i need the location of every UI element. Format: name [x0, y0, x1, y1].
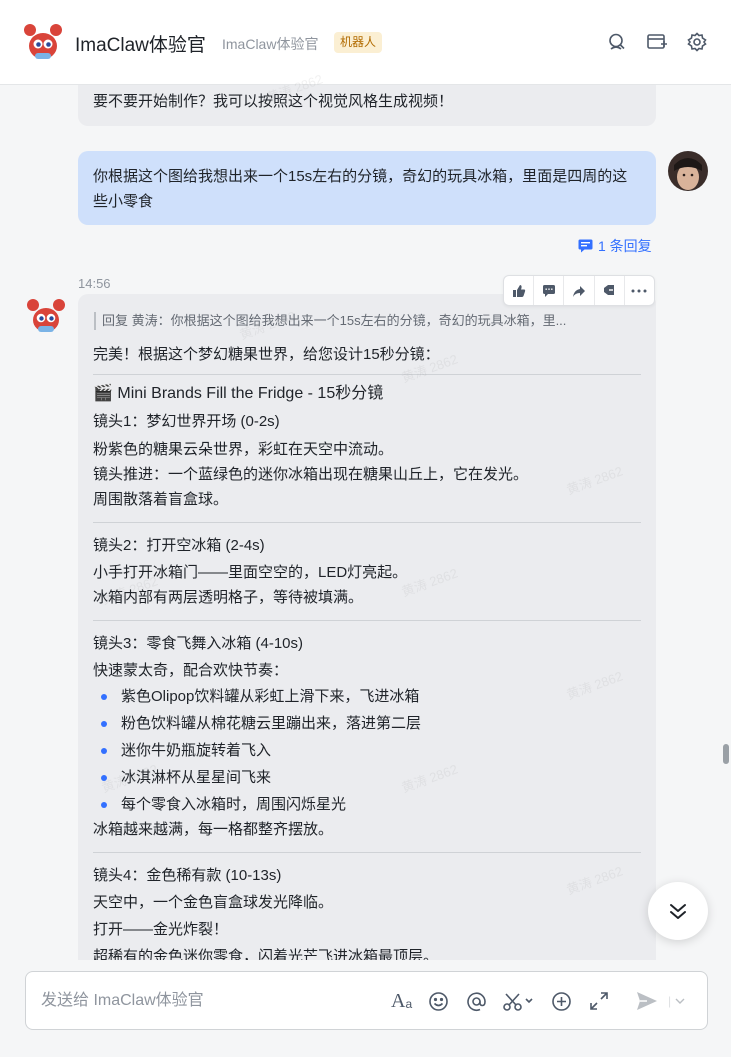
font-icon[interactable]: Aa	[391, 989, 412, 1013]
scrollbar-thumb[interactable]	[723, 744, 729, 764]
divider	[93, 620, 641, 621]
bullet-item: 紫色Olipop饮料罐从彩虹上滑下来，飞进冰箱	[93, 683, 641, 710]
emoji-icon[interactable]	[428, 989, 449, 1013]
chat-title: ImaClaw体验官	[75, 35, 206, 56]
bullet-text: 迷你牛奶瓶旋转着飞入	[121, 742, 272, 759]
forward-icon[interactable]	[564, 276, 595, 305]
storyboard-heading: 🎬 Mini Brands Fill the Fridge - 15秒分镜	[93, 385, 384, 402]
expand-icon[interactable]	[589, 989, 609, 1013]
mention-icon[interactable]	[466, 989, 487, 1013]
bot-avatar[interactable]	[22, 20, 64, 64]
shot-title: 镜头4：金色稀有款 (10-13s)	[93, 867, 282, 884]
intro-text: 完美！根据这个梦幻糖果世界，给您设计15秒分镜：	[93, 346, 440, 363]
shot-line: 粉紫色的糖果云朵世界，彩虹在天空中流动。	[93, 441, 394, 458]
send-options-chevron-icon[interactable]: |	[668, 989, 685, 1013]
message-list[interactable]: 要不要开始制作？我可以按照这个视觉风格生成视频！ 你根据这个图给我想出来一个15…	[0, 85, 731, 1057]
bot-message-bubble: 回复 黄涛：你根据这个图给我想出来一个15s左右的分镜，奇幻的玩具冰箱，里...…	[78, 294, 656, 1057]
bullet-text: 每个零食入冰箱时，周围闪烁星光	[121, 796, 347, 813]
bullet-text: 粉色饮料罐从棉花糖云里蹦出来，落进第二层	[121, 715, 422, 732]
add-icon[interactable]	[551, 989, 572, 1013]
shot-line: 镜头推进：一个蓝绿色的迷你冰箱出现在糖果山丘上，它在发光。	[93, 466, 529, 483]
shot-line: 周围散落着盲盒球。	[93, 491, 229, 508]
bullet-item: 粉色饮料罐从棉花糖云里蹦出来，落进第二层	[93, 710, 641, 737]
bullet-item: 冰淇淋杯从星星间飞来	[93, 764, 641, 791]
message-action-toolbar	[503, 275, 655, 306]
message-timestamp: 14:56	[78, 276, 111, 291]
shot-line: 打开——金光炸裂！	[93, 921, 229, 938]
reply-quote[interactable]: 回复 黄涛：你根据这个图给我想出来一个15s左右的分镜，奇幻的玩具冰箱，里...	[94, 312, 642, 330]
chat-subtitle: ImaClaw体验官	[222, 36, 319, 52]
shot-line: 冰箱内部有两层透明格子，等待被填满。	[93, 589, 364, 606]
user-avatar[interactable]	[668, 151, 708, 191]
bot-avatar[interactable]	[25, 295, 67, 337]
more-icon[interactable]	[625, 276, 654, 305]
scroll-down-button[interactable]	[648, 882, 708, 940]
send-icon[interactable]	[635, 989, 659, 1013]
new-window-icon[interactable]	[645, 30, 669, 54]
thumbs-up-icon[interactable]	[504, 276, 535, 305]
shot-title: 镜头1：梦幻世界开场 (0-2s)	[93, 413, 280, 430]
scissors-icon[interactable]	[502, 989, 534, 1013]
bullet-item: 迷你牛奶瓶旋转着飞入	[93, 737, 641, 764]
message-content: 完美！根据这个梦幻糖果世界，给您设计15秒分镜： 🎬 Mini Brands F…	[93, 343, 641, 969]
divider	[93, 374, 641, 375]
bot-badge: 机器人	[334, 32, 383, 53]
comment-icon[interactable]	[534, 276, 565, 305]
thread-reply-link[interactable]: 1 条回复	[578, 236, 652, 256]
reply-icon	[578, 239, 593, 253]
divider	[93, 852, 641, 853]
bullet-item: 每个零食入冰箱时，周围闪烁星光	[93, 791, 641, 818]
chat-header: ImaClaw体验官 ImaClaw体验官 机器人	[0, 0, 731, 85]
shot-line: 快速蒙太奇，配合欢快节奏：	[93, 662, 289, 679]
scroll-down-icon	[670, 904, 686, 919]
search-icon[interactable]	[605, 30, 629, 54]
shot-title: 镜头2：打开空冰箱 (2-4s)	[93, 537, 265, 554]
settings-icon[interactable]	[685, 30, 709, 54]
bot-message-bubble: 要不要开始制作？我可以按照这个视觉风格生成视频！	[78, 85, 656, 126]
composer: Aa |	[0, 960, 731, 1057]
shot-title: 镜头3：零食飞舞入冰箱 (4-10s)	[93, 635, 304, 652]
chat-window: ImaClaw体验官 ImaClaw体验官 机器人 要不要开始制作？我可以按照这…	[0, 0, 731, 1057]
bullet-text: 紫色Olipop饮料罐从彩虹上滑下来，飞进冰箱	[121, 688, 420, 705]
shot-line: 天空中，一个金色盲盒球发光降临。	[93, 894, 334, 911]
divider	[93, 522, 641, 523]
shot-line: 小手打开冰箱门——里面空空的，LED灯亮起。	[93, 564, 408, 581]
shot-line: 冰箱越来越满，每一格都整齐摆放。	[93, 821, 334, 838]
reply-count-label: 1 条回复	[598, 238, 652, 254]
bullet-text: 冰淇淋杯从星星间飞来	[121, 769, 272, 786]
message-input[interactable]	[41, 988, 381, 1014]
pin-icon[interactable]	[595, 276, 625, 305]
message-text: 要不要开始制作？我可以按照这个视觉风格生成视频！	[93, 93, 454, 110]
user-message-bubble: 你根据这个图给我想出来一个15s左右的分镜，奇幻的玩具冰箱，里面是四周的这些小零…	[78, 151, 656, 225]
message-input-box: Aa |	[25, 971, 708, 1030]
